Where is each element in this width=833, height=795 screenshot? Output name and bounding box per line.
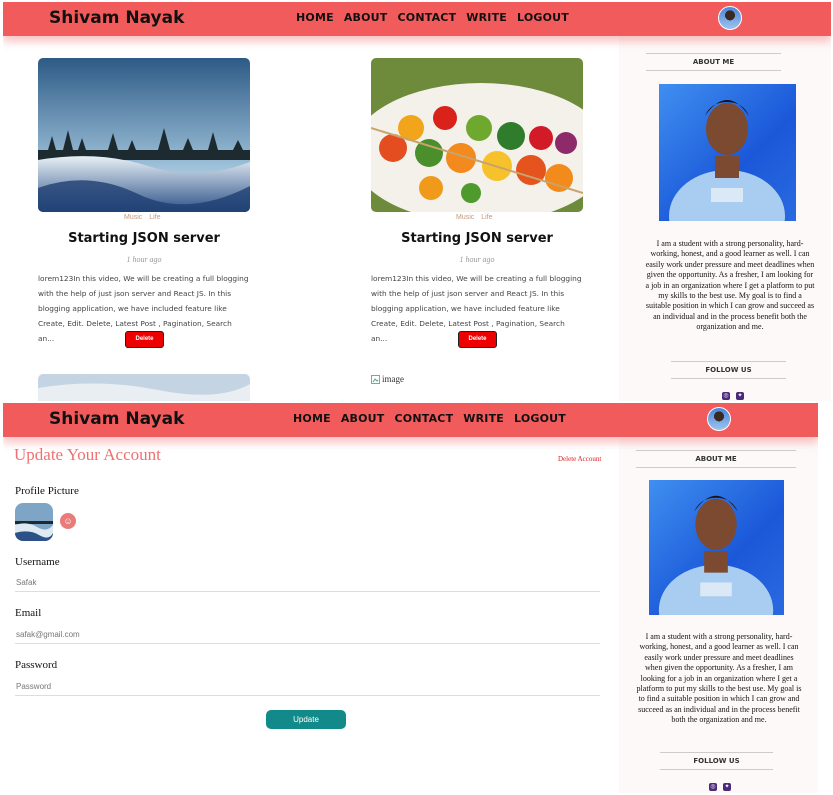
password-input[interactable] <box>15 679 600 696</box>
settings-title: Update Your Account <box>14 445 161 464</box>
brand-logo[interactable]: Shivam Nayak <box>49 8 184 28</box>
nav-links: HOME ABOUT CONTACT WRITE LOGOUT <box>293 412 566 425</box>
social-icons: ◎ ✦ <box>709 783 731 791</box>
update-button[interactable]: Update <box>266 710 346 729</box>
post-date: 1 hour ago <box>459 255 495 264</box>
twitter-icon[interactable]: ✦ <box>723 783 731 791</box>
profile-picture-thumbnail[interactable] <box>15 503 53 541</box>
profile-photo <box>659 84 796 221</box>
nav-home[interactable]: HOME <box>296 11 334 24</box>
username-label: Username <box>15 556 60 568</box>
category-tag[interactable]: Life <box>149 214 160 221</box>
email-label: Email <box>15 607 42 619</box>
sidebar-about-text: I am a student with a strong personality… <box>636 632 802 725</box>
sidebar-about-title: ABOUT ME <box>646 53 781 71</box>
social-icons: ◎ ✦ <box>722 392 744 400</box>
profile-picture-label: Profile Picture <box>15 485 79 497</box>
post-title[interactable]: Starting JSON server <box>38 231 250 246</box>
nav-contact[interactable]: CONTACT <box>395 412 454 425</box>
delete-post-button[interactable]: Delete <box>125 331 164 348</box>
top-navbar: Shivam Nayak HOME ABOUT CONTACT WRITE LO… <box>3 2 831 36</box>
sidebar: ABOUT ME I am a student with a strong pe… <box>619 36 831 401</box>
nav-logout[interactable]: LOGOUT <box>517 11 569 24</box>
post-date: 1 hour ago <box>126 255 162 264</box>
settings-page-screenshot: Shivam Nayak HOME ABOUT CONTACT WRITE LO… <box>3 403 818 793</box>
broken-image-alt: image <box>382 374 404 384</box>
sidebar: ABOUT ME I am a student with a strong pe… <box>619 437 818 793</box>
user-avatar[interactable] <box>707 407 731 431</box>
sidebar-about-title: ABOUT ME <box>636 450 796 468</box>
broken-image: image <box>371 374 404 384</box>
nav-write[interactable]: WRITE <box>463 412 504 425</box>
sidebar-follow-title: FOLLOW US <box>660 752 773 770</box>
post-title[interactable]: Starting JSON server <box>371 231 583 246</box>
top-navbar: Shivam Nayak HOME ABOUT CONTACT WRITE LO… <box>3 403 818 437</box>
upload-profile-icon[interactable]: ☺ <box>60 513 76 529</box>
category-tag[interactable]: Music <box>456 214 474 221</box>
post-image-kebabs[interactable] <box>371 58 583 212</box>
instagram-icon[interactable]: ◎ <box>722 392 730 400</box>
nav-contact[interactable]: CONTACT <box>398 11 457 24</box>
post-categories: Music Life <box>456 214 493 221</box>
sidebar-follow-title: FOLLOW US <box>671 361 786 379</box>
nav-logout[interactable]: LOGOUT <box>514 412 566 425</box>
brand-logo[interactable]: Shivam Nayak <box>49 409 184 429</box>
broken-image-icon <box>371 374 380 384</box>
password-label: Password <box>15 659 58 671</box>
nav-write[interactable]: WRITE <box>466 11 507 24</box>
post-image-snow[interactable] <box>38 58 250 212</box>
username-input[interactable] <box>15 575 600 592</box>
category-tag[interactable]: Music <box>124 214 142 221</box>
email-input[interactable] <box>15 627 600 644</box>
delete-account-link[interactable]: Delete Account <box>558 455 601 463</box>
post-categories: Music Life <box>124 214 161 221</box>
instagram-icon[interactable]: ◎ <box>709 783 717 791</box>
category-tag[interactable]: Life <box>481 214 492 221</box>
sidebar-about-text: I am a student with a strong personality… <box>645 239 815 332</box>
post-image-partial[interactable] <box>38 374 250 401</box>
nav-links: HOME ABOUT CONTACT WRITE LOGOUT <box>296 11 569 24</box>
delete-post-button[interactable]: Delete <box>458 331 497 348</box>
nav-about[interactable]: ABOUT <box>344 11 388 24</box>
profile-photo <box>649 480 784 615</box>
home-page-screenshot: Shivam Nayak HOME ABOUT CONTACT WRITE LO… <box>3 2 831 401</box>
user-avatar[interactable] <box>718 6 742 30</box>
nav-about[interactable]: ABOUT <box>341 412 385 425</box>
twitter-icon[interactable]: ✦ <box>736 392 744 400</box>
nav-home[interactable]: HOME <box>293 412 331 425</box>
